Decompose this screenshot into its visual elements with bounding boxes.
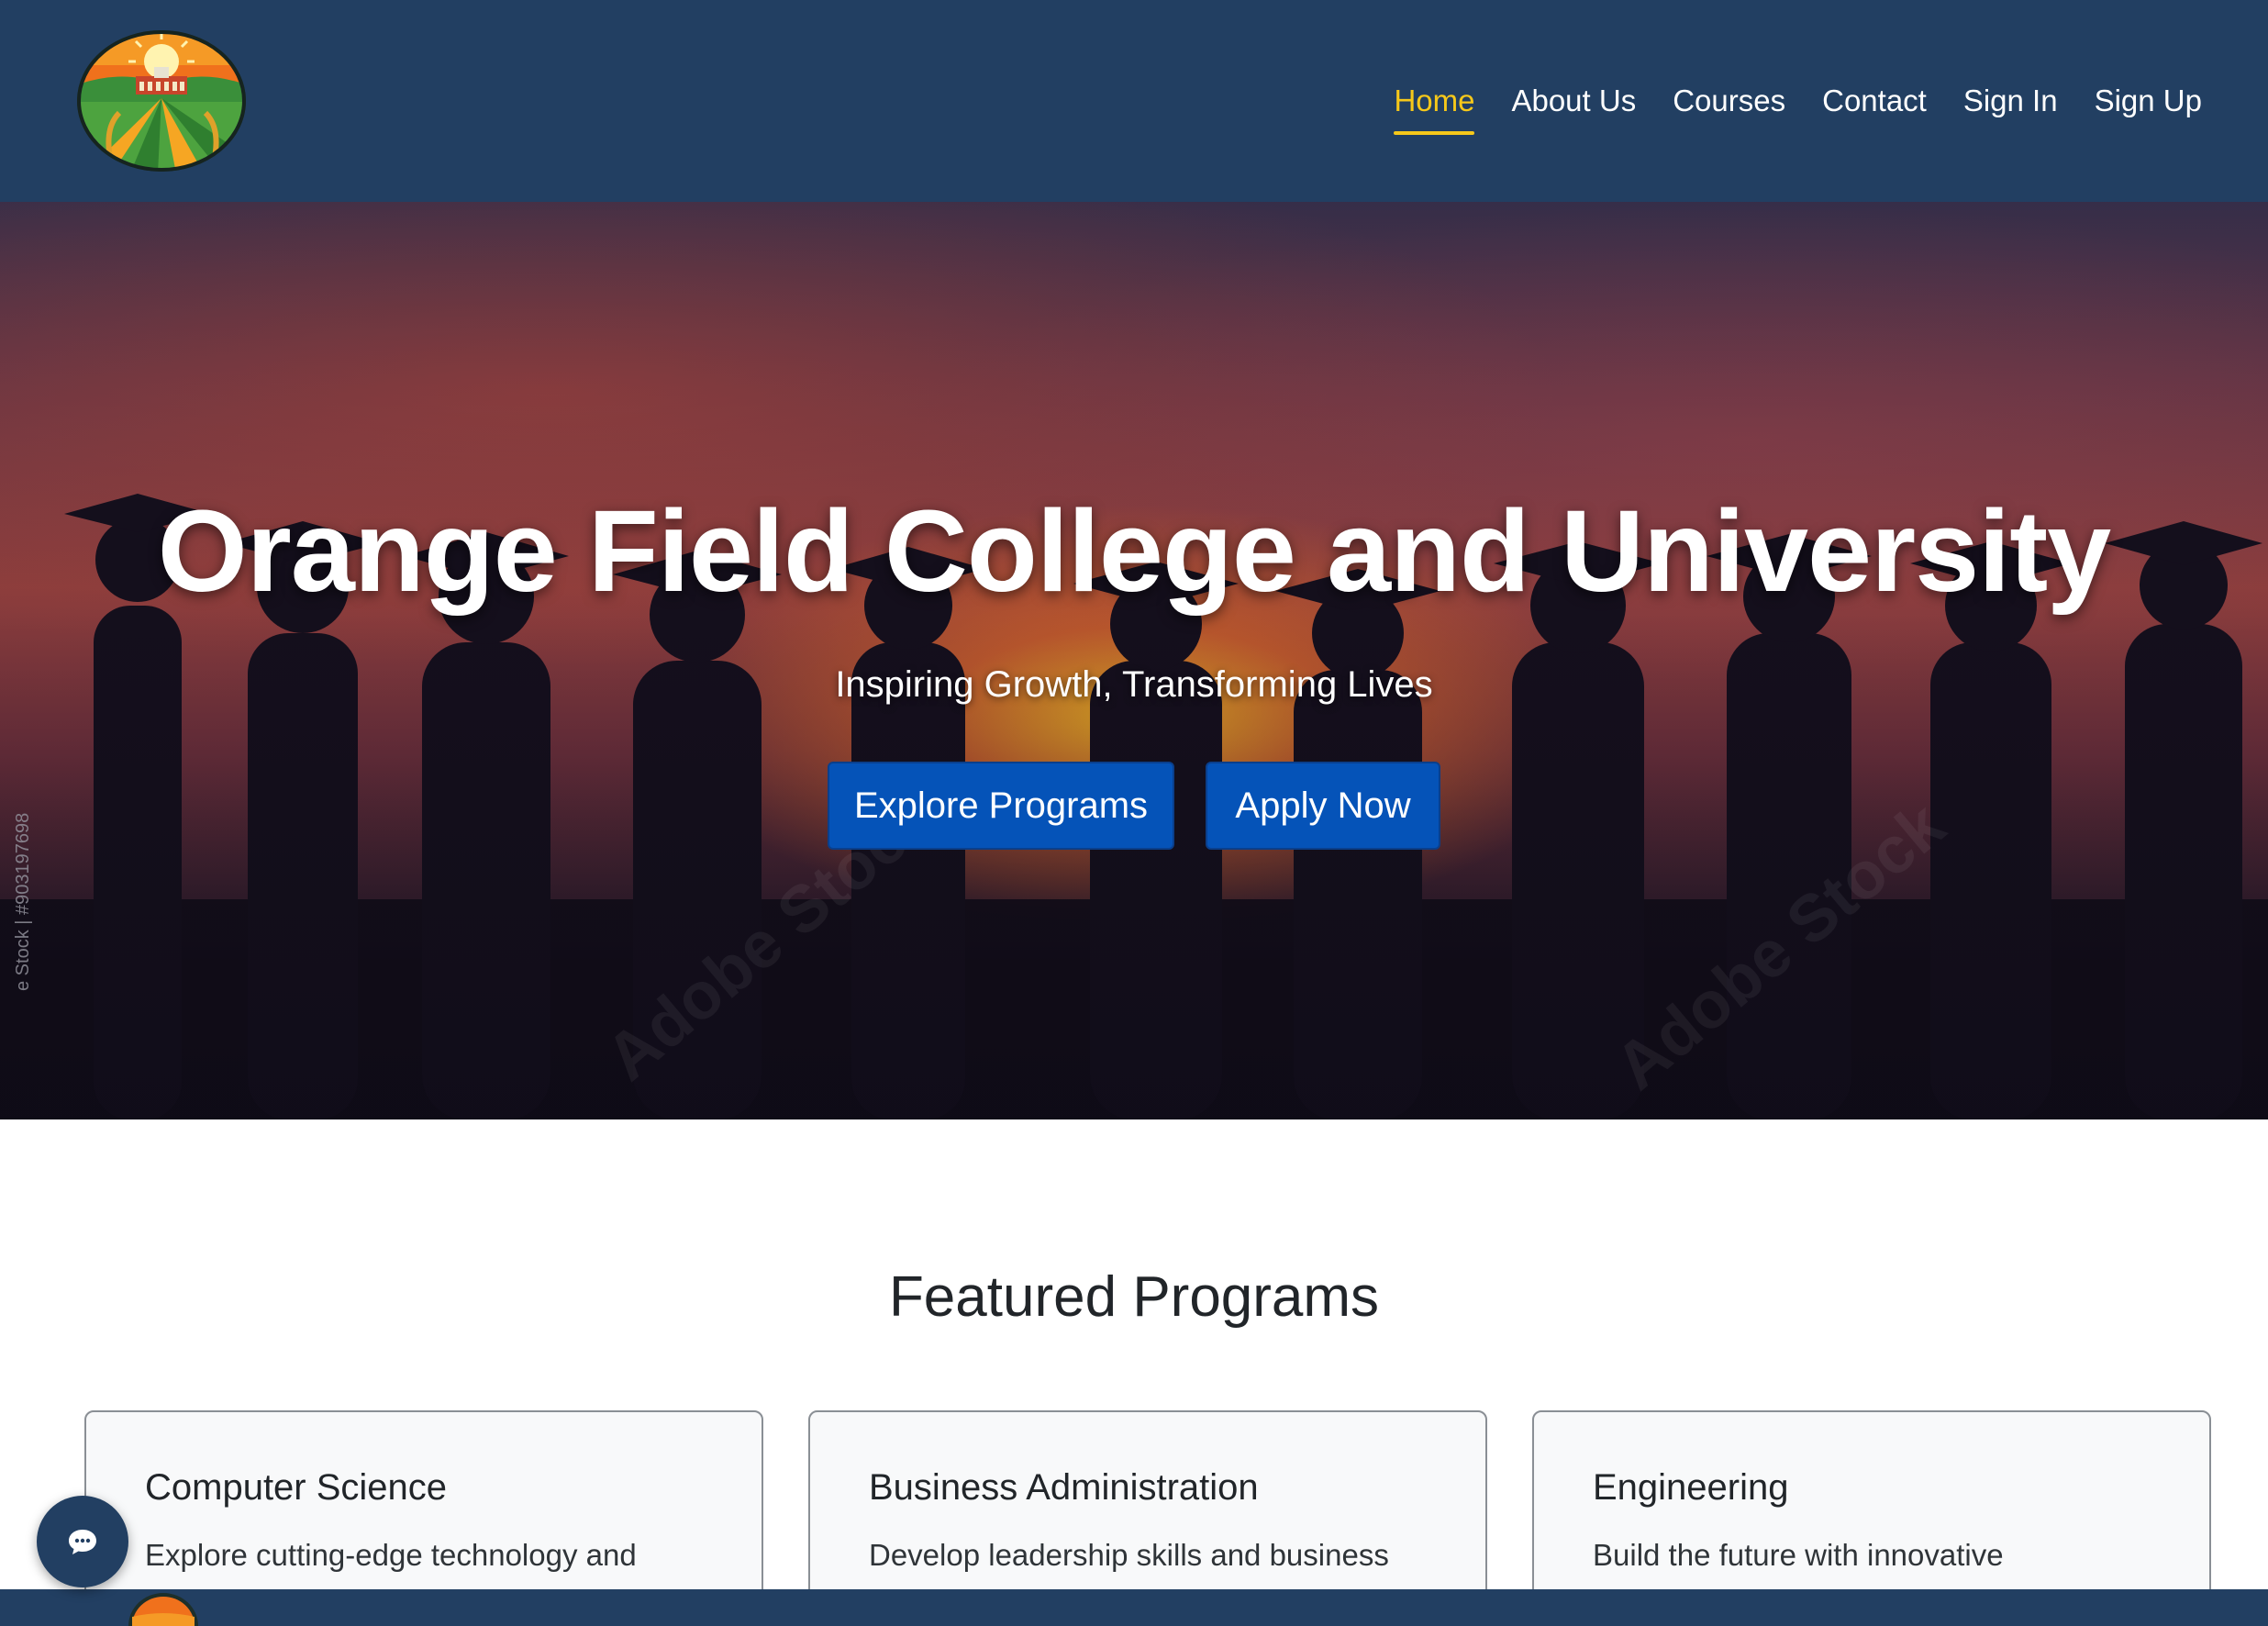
featured-programs-title: Featured Programs: [888, 1265, 1380, 1329]
college-logo[interactable]: [75, 28, 248, 173]
navbar: Home About Us Courses Contact Sign In Si…: [0, 0, 2268, 202]
hero-content: Orange Field College and University Insp…: [0, 202, 2268, 1119]
card-title: Business Administration: [869, 1467, 1259, 1508]
page: Home About Us Courses Contact Sign In Si…: [0, 0, 2268, 1626]
chat-bubble-icon: [69, 1530, 96, 1554]
card-description: Develop leadership skills and business: [869, 1538, 1389, 1572]
hero-buttons: Explore Programs Apply Now: [0, 762, 2268, 850]
footer: [0, 1589, 2268, 1626]
hero-subtitle: Inspiring Growth, Transforming Lives: [835, 664, 1433, 705]
main-nav: Home About Us Courses Contact Sign In Si…: [1394, 76, 2202, 135]
card-description: Explore cutting-edge technology and: [145, 1538, 637, 1572]
card-title: Engineering: [1593, 1467, 1789, 1508]
nav-contact-link[interactable]: Contact: [1822, 76, 1927, 126]
chat-widget-button[interactable]: [37, 1496, 128, 1587]
nav-about-link[interactable]: About Us: [1511, 76, 1636, 126]
nav-signin-link[interactable]: Sign In: [1963, 76, 2058, 126]
nav-courses-link[interactable]: Courses: [1673, 76, 1785, 126]
card-description: Build the future with innovative: [1593, 1538, 2004, 1572]
hero-section: Adobe Stock Adobe Stock e Stock | #90319…: [0, 202, 2268, 1119]
explore-programs-button[interactable]: Explore Programs: [828, 762, 1174, 850]
apply-now-button[interactable]: Apply Now: [1206, 762, 1440, 850]
footer-logo: [128, 1593, 198, 1626]
nav-home-link[interactable]: Home: [1394, 76, 1475, 135]
hero-title: Orange Field College and University: [157, 486, 2112, 616]
card-title: Computer Science: [145, 1467, 448, 1508]
nav-signup-link[interactable]: Sign Up: [2095, 76, 2202, 126]
